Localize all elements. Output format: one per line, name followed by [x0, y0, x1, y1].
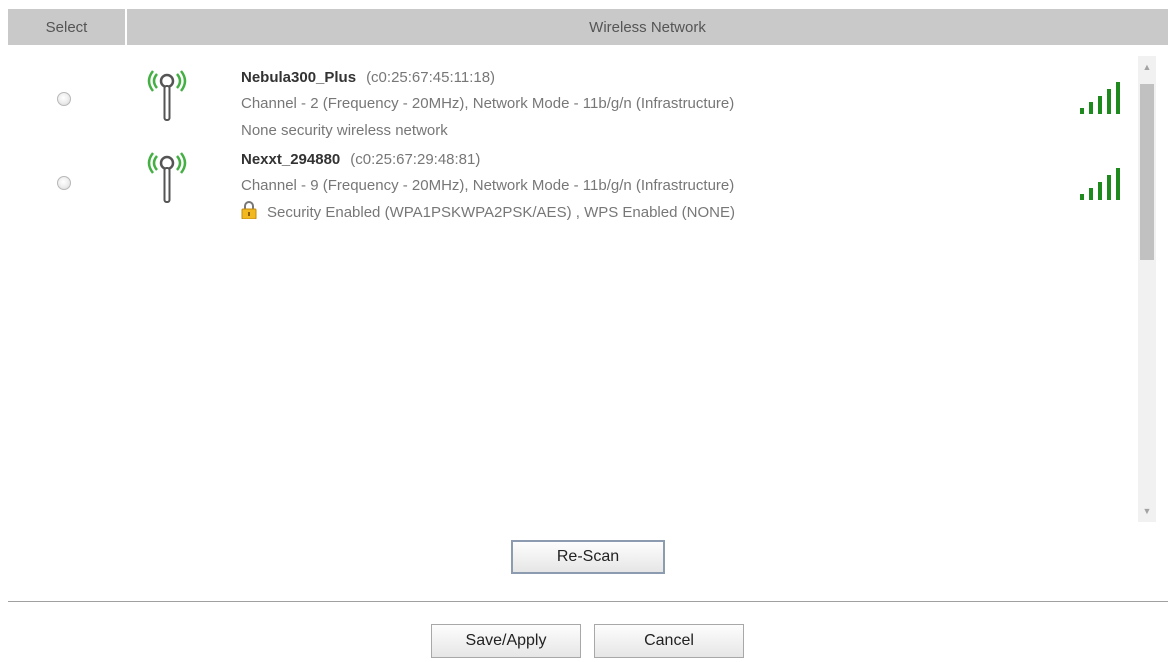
- network-info: Nebula300_Plus (c0:25:67:45:11:18) Channe…: [241, 66, 734, 144]
- network-name: Nexxt_294880: [241, 151, 341, 168]
- rescan-button[interactable]: Re-Scan: [511, 540, 665, 574]
- network-security: None security wireless network: [241, 122, 448, 139]
- wireless-antenna-icon: [147, 152, 187, 203]
- network-name: Nebula300_Plus: [241, 69, 357, 86]
- scrollbar-thumb[interactable]: [1140, 84, 1154, 260]
- wireless-network-column-header: Wireless Network: [589, 18, 706, 36]
- select-radio-nebula300-plus[interactable]: [57, 92, 71, 106]
- wireless-antenna-icon: [147, 70, 187, 121]
- network-mac: (c0:25:67:45:11:18): [366, 69, 496, 86]
- save-apply-button[interactable]: Save/Apply: [431, 624, 581, 658]
- signal-strength-icon: [1080, 168, 1120, 200]
- network-mac: (c0:25:67:29:48:81): [350, 151, 481, 168]
- table-header: Select Wireless Network: [8, 9, 1168, 45]
- network-info: Nexxt_294880 (c0:25:67:29:48:81) Channel …: [241, 148, 735, 226]
- lock-icon: [241, 201, 257, 219]
- network-security: Security Enabled (WPA1PSKWPA2PSK/AES) , …: [267, 204, 735, 221]
- divider: [8, 601, 1168, 602]
- network-list[interactable]: Nebula300_Plus (c0:25:67:45:11:18) Channe…: [8, 52, 1168, 522]
- network-row[interactable]: Nexxt_294880 (c0:25:67:29:48:81) Channel …: [8, 148, 1138, 238]
- list-scrollbar[interactable]: ▲ ▼: [1138, 56, 1156, 522]
- signal-strength-icon: [1080, 82, 1120, 114]
- network-details: Channel - 9 (Frequency - 20MHz), Network…: [241, 177, 735, 194]
- network-details: Channel - 2 (Frequency - 20MHz), Network…: [241, 95, 735, 112]
- scroll-up-arrow-icon[interactable]: ▲: [1138, 58, 1156, 76]
- cancel-button[interactable]: Cancel: [594, 624, 744, 658]
- select-column-header: Select: [8, 9, 127, 45]
- network-row[interactable]: Nebula300_Plus (c0:25:67:45:11:18) Channe…: [8, 66, 1138, 150]
- select-radio-nexxt-294880[interactable]: [57, 176, 71, 190]
- scroll-down-arrow-icon[interactable]: ▼: [1138, 502, 1156, 520]
